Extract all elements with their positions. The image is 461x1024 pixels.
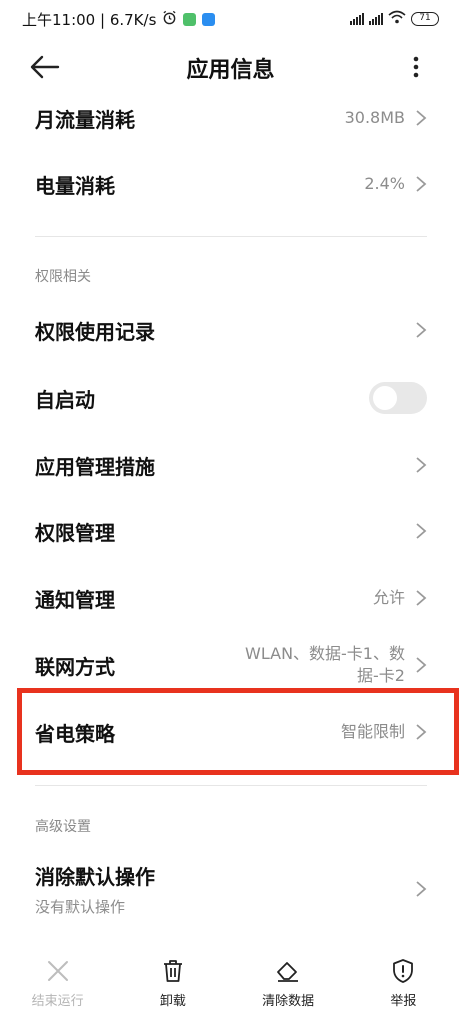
network-mode-label: 联网方式 [35,654,115,679]
trash-icon [163,960,182,982]
app-info-screen: 上午11:00 | 6.7K/s 71 应用信息 月流量消耗 30.8MB 电量… [0,0,461,1024]
uninstall-button[interactable]: 卸载 [115,950,230,1024]
clear-defaults-sub: 没有默认操作 [35,898,126,916]
autostart-row: 自启动 [0,376,461,420]
notification-management-row[interactable]: 通知管理 允许 [0,576,461,620]
monthly-data-row[interactable]: 月流量消耗 30.8MB [0,96,461,140]
signal-sim2-icon [369,13,383,25]
chevron-right-icon [416,176,427,192]
chevron-right-icon [416,322,427,338]
status-time-speed: 上午11:00 | 6.7K/s [22,10,157,29]
network-mode-row[interactable]: 联网方式 WLAN、数据-卡1、数 据-卡2 [0,640,461,690]
status-left: 上午11:00 | 6.7K/s [22,9,216,30]
chevron-right-icon [416,523,427,539]
more-menu-button[interactable] [406,52,426,82]
status-right: 71 [350,10,439,28]
chevron-right-icon [416,657,427,673]
bottom-action-bar: 结束运行 卸载 清除数据 举报 [0,950,461,1024]
chevron-right-icon [416,457,427,473]
chevron-right-icon [416,881,427,897]
more-vertical-icon [413,56,419,78]
chevron-right-icon [416,110,427,126]
app-management-label: 应用管理措施 [35,454,155,479]
status-bar: 上午11:00 | 6.7K/s 71 [0,0,461,38]
notification-management-label: 通知管理 [35,587,115,612]
battery-usage-row[interactable]: 电量消耗 2.4% [0,162,461,206]
eraser-icon [277,962,299,982]
report-label: 举报 [390,994,417,1009]
chevron-right-icon [416,590,427,606]
notification-upload-icon [202,12,216,26]
section-divider [35,785,427,786]
advanced-section-title: 高级设置 [35,819,91,835]
force-stop-label: 结束运行 [31,994,84,1009]
shield-alert-icon [393,959,414,983]
clear-defaults-label: 消除默认操作 [35,865,155,889]
permission-management-row[interactable]: 权限管理 [0,509,461,553]
alarm-icon [162,10,177,29]
clear-defaults-row[interactable]: 消除默认操作 没有默认操作 [0,860,461,918]
toggle-knob [373,386,397,410]
highlight-box [17,688,459,775]
page-title: 应用信息 [186,58,275,83]
network-mode-value-line1: WLAN、数据-卡1、数 [245,644,405,663]
clear-data-label: 清除数据 [262,994,315,1009]
autostart-label: 自启动 [35,387,95,412]
permission-management-label: 权限管理 [35,520,115,545]
signal-sim1-icon [350,13,364,25]
close-icon [47,961,68,981]
clear-data-button[interactable]: 清除数据 [231,950,346,1024]
monthly-data-label: 月流量消耗 [35,107,135,132]
permission-usage-record-label: 权限使用记录 [35,319,155,344]
permissions-section-title: 权限相关 [35,269,91,285]
permission-usage-record-row[interactable]: 权限使用记录 [0,308,461,352]
report-button[interactable]: 举报 [346,950,461,1024]
battery-indicator: 71 [411,12,439,26]
notification-app-icon [183,12,197,26]
uninstall-label: 卸载 [159,994,186,1009]
battery-usage-value: 2.4% [364,174,405,193]
monthly-data-value: 30.8MB [344,108,405,127]
autostart-toggle[interactable] [369,382,427,414]
network-mode-value-line2: 据-卡2 [357,666,405,685]
notification-management-value: 允许 [372,588,405,607]
clear-defaults-texts: 消除默认操作 没有默认操作 [35,861,155,917]
section-divider [35,236,427,237]
battery-usage-label: 电量消耗 [35,173,115,198]
force-stop-button[interactable]: 结束运行 [0,950,115,1024]
wifi-icon [388,10,406,28]
app-header: 应用信息 [0,38,461,96]
network-mode-value: WLAN、数据-卡1、数 据-卡2 [245,643,405,687]
app-management-row[interactable]: 应用管理措施 [0,443,461,487]
